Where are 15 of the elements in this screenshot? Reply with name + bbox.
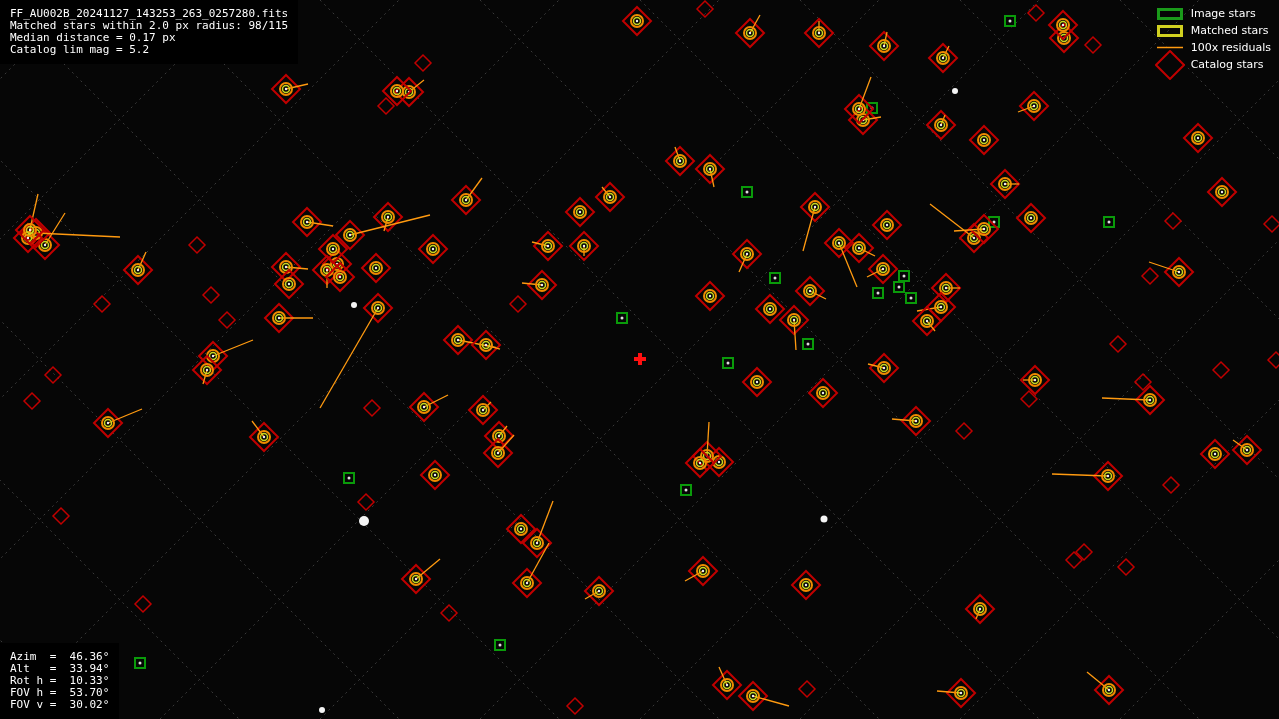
info-text: FOV h = 53.70° [10,687,110,699]
header-text: Matched stars within 2.0 px radius: 98/115 [10,20,289,32]
header-text: FF_AU002B_20241127_143253_263_0257280.fits [10,8,289,20]
header-text: Median distance = 0.17 px [10,32,177,44]
info-text: Rot h = 10.33° [10,675,110,687]
line-icon [1156,46,1183,49]
info-text: Azim = 46.36° [10,651,110,663]
legend-label: Catalog stars [1190,58,1264,71]
legend-label: 100x residuals [1190,41,1271,54]
header-text: Catalog lim mag = 5.2 [10,44,151,56]
legend-label: Image stars [1190,7,1256,20]
info-text: Alt = 33.94° [10,663,110,675]
diamond-icon [1154,49,1185,80]
legend-label: Matched stars [1190,24,1269,37]
info-text: FOV v = 30.02° [10,699,110,711]
